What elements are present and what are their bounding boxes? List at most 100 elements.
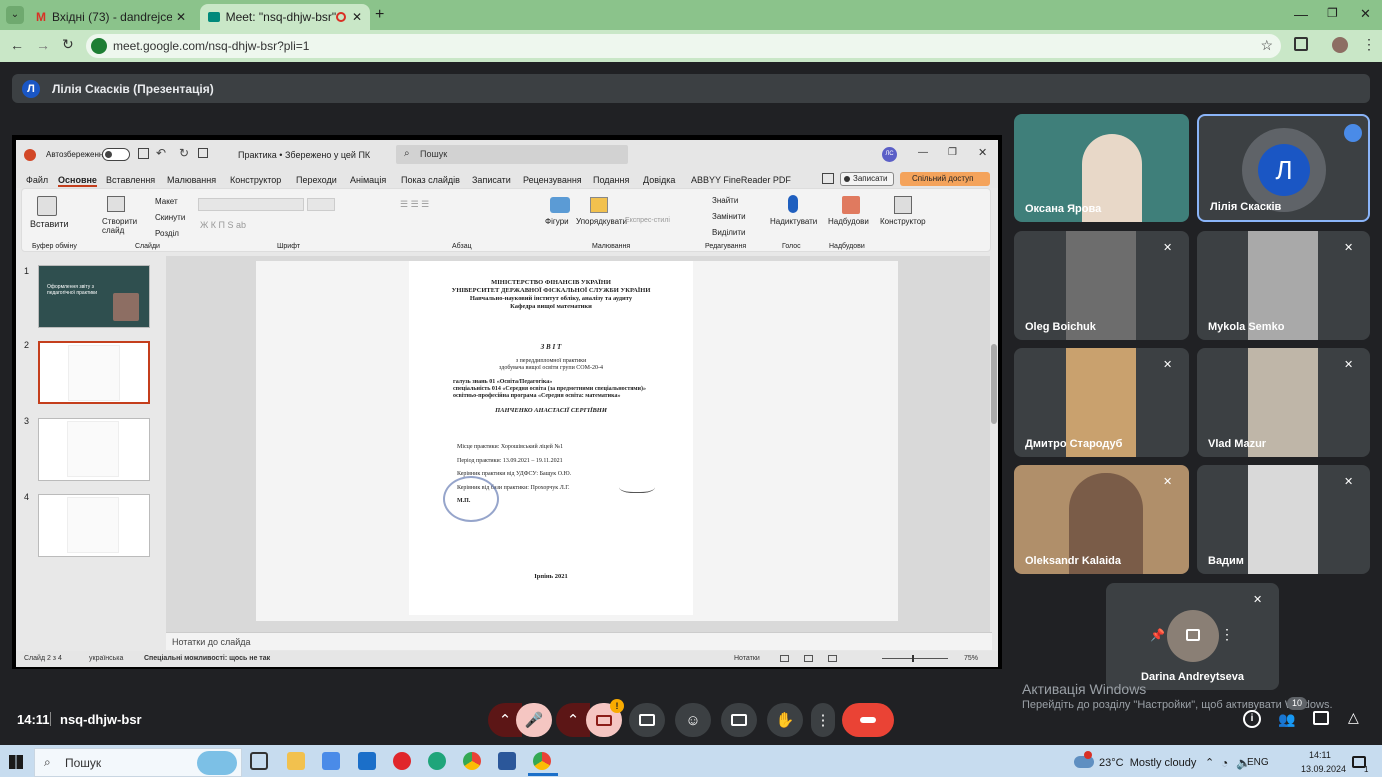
site-info-icon[interactable]	[91, 38, 107, 54]
ppt-search-box[interactable]: ⌕ Пошук	[396, 145, 628, 164]
maximize-button[interactable]: ❐	[1327, 6, 1338, 20]
tab-file[interactable]: Файл	[26, 175, 48, 185]
slide-thumbnail[interactable]: Оформлення звіту з педагогічної практики	[38, 265, 150, 328]
tab-animation[interactable]: Анімація	[350, 175, 386, 185]
sorter-view-icon[interactable]	[804, 655, 813, 662]
close-icon[interactable]: ✕	[978, 146, 987, 159]
shapes-icon[interactable]	[550, 197, 570, 213]
participant-tile[interactable]: ✕ Вадим	[1197, 465, 1370, 574]
chrome-icon[interactable]	[463, 752, 481, 770]
tab-review[interactable]: Рецензування	[523, 175, 582, 185]
mic-button[interactable]: 🎤	[516, 703, 552, 737]
addins-icon[interactable]	[842, 196, 860, 214]
weather-icon[interactable]	[1074, 756, 1094, 768]
network-icon[interactable]: ◔	[1221, 756, 1228, 770]
undo-icon[interactable]: ↶	[156, 146, 166, 160]
captions-button[interactable]	[629, 703, 665, 737]
tab-transitions[interactable]: Переходи	[296, 175, 337, 185]
save-icon[interactable]	[138, 148, 149, 159]
participant-tile-self[interactable]: 📌 ⋮ ✕ Darina Andreytseva	[1106, 583, 1279, 690]
tab-home[interactable]: Основне	[58, 175, 97, 187]
minimize-icon[interactable]: —	[918, 147, 928, 158]
opera-icon[interactable]	[393, 752, 411, 770]
leave-call-button[interactable]	[842, 703, 894, 737]
language-indicator[interactable]: ENG	[1247, 757, 1269, 768]
status-language[interactable]: українська	[89, 655, 123, 662]
chat-icon[interactable]	[1313, 711, 1329, 725]
vertical-scrollbar[interactable]	[990, 256, 998, 632]
user-avatar[interactable]: ЛС	[882, 147, 897, 162]
tab-gmail[interactable]: M Вхідні (73) - dandrejceva4@gm ✕	[28, 4, 194, 30]
word-icon[interactable]	[498, 752, 516, 770]
participant-tile-presenter[interactable]: Л Лілія Скасків	[1197, 114, 1370, 222]
chrome-active-icon[interactable]	[533, 752, 551, 770]
video-options-button[interactable]: ⌃	[556, 703, 590, 737]
close-icon[interactable]: ✕	[352, 10, 362, 24]
more-options-button[interactable]: ⋮	[811, 703, 835, 737]
profile-avatar[interactable]	[1332, 37, 1348, 53]
new-slide-label[interactable]: Створити слайд	[102, 217, 138, 235]
camera-icon[interactable]	[1186, 629, 1200, 641]
notes-pane[interactable]: Нотатки до слайда	[166, 632, 992, 650]
layout-button[interactable]: Макет	[155, 197, 178, 206]
microphone-icon[interactable]	[788, 195, 798, 213]
participant-tile[interactable]: ✕ Oleg Boichuk	[1014, 231, 1189, 340]
paste-label[interactable]: Вставити	[30, 219, 69, 229]
participant-tile[interactable]: ✕ Дмитро Стародуб	[1014, 348, 1189, 457]
paste-icon[interactable]	[37, 196, 57, 216]
meeting-info-icon[interactable]: i	[1243, 710, 1261, 728]
font-size-box[interactable]	[307, 198, 335, 211]
replace-button[interactable]: Замінити	[712, 212, 746, 221]
designer-icon[interactable]	[894, 196, 912, 214]
designer-label[interactable]: Конструктор	[880, 217, 926, 226]
font-name-box[interactable]	[198, 198, 304, 211]
tab-draw[interactable]: Малювання	[167, 175, 216, 185]
taskbar-search[interactable]: ⌕ Пошук	[34, 748, 242, 777]
weather-text[interactable]: 23°C Mostly cloudy	[1099, 757, 1196, 769]
restore-icon[interactable]: ❐	[948, 147, 957, 158]
task-view-icon[interactable]	[250, 752, 268, 770]
tab-design[interactable]: Конструктор	[230, 175, 281, 185]
autosave-toggle[interactable]	[102, 148, 130, 161]
tab-abbyy[interactable]: ABBYY FineReader PDF	[691, 175, 791, 185]
participant-tile[interactable]: ✕ Mykola Semko	[1197, 231, 1370, 340]
more-options-icon[interactable]: ⋮	[1220, 626, 1234, 643]
slide-thumbnail[interactable]	[38, 418, 150, 481]
start-show-icon[interactable]	[198, 148, 208, 158]
normal-view-icon[interactable]	[780, 655, 789, 662]
tab-help[interactable]: Довідка	[643, 175, 675, 185]
browser-menu-icon[interactable]: ⋮	[1362, 36, 1376, 53]
reset-button[interactable]: Скинути	[155, 213, 185, 222]
select-button[interactable]: Виділити	[712, 228, 746, 237]
present-button[interactable]	[721, 703, 757, 737]
new-tab-button[interactable]: +	[375, 6, 384, 24]
slide-thumbnail[interactable]	[38, 494, 150, 557]
tab-slideshow[interactable]: Показ слайдів	[401, 175, 460, 185]
record-button[interactable]: Записати	[840, 172, 894, 186]
clock-date[interactable]: 13.09.2024	[1301, 764, 1346, 774]
file-explorer-icon[interactable]	[287, 752, 305, 770]
zoom-slider[interactable]	[882, 655, 948, 662]
quick-styles-label[interactable]: Експрес-стилі	[625, 217, 670, 224]
zoom-level[interactable]: 75%	[964, 655, 978, 662]
addins-label[interactable]: Надбудови	[828, 217, 869, 226]
emoji-button[interactable]: ☺	[675, 703, 711, 737]
edge-icon[interactable]	[428, 752, 446, 770]
url-bar[interactable]: meet.google.com/nsq-dhjw-bsr?pli=1 ☆	[86, 34, 1281, 58]
section-button[interactable]: Розділ	[155, 229, 179, 238]
slide-thumbnail-selected[interactable]	[38, 341, 150, 404]
participant-tile[interactable]: Оксана Ярова	[1014, 114, 1189, 222]
paragraph-icons[interactable]: ☰ ☰ ☰	[400, 199, 429, 210]
status-accessibility[interactable]: Спеціальні можливості: щось не так	[144, 655, 270, 662]
extensions-icon[interactable]	[1294, 37, 1308, 51]
tray-chevron-icon[interactable]: ⌃	[1205, 756, 1214, 769]
tab-search-button[interactable]: ⌄	[6, 6, 24, 24]
raise-hand-button[interactable]: ✋	[767, 703, 803, 737]
mail-icon[interactable]	[358, 752, 376, 770]
redo-icon[interactable]: ↻	[179, 146, 189, 160]
people-icon[interactable]: 👥	[1278, 711, 1295, 728]
arrange-label[interactable]: Упорядкувати	[576, 217, 627, 226]
reload-icon[interactable]: ↻	[62, 36, 74, 53]
find-button[interactable]: Знайти	[712, 196, 738, 205]
participant-tile[interactable]: ✕ Oleksandr Kalaida	[1014, 465, 1189, 574]
